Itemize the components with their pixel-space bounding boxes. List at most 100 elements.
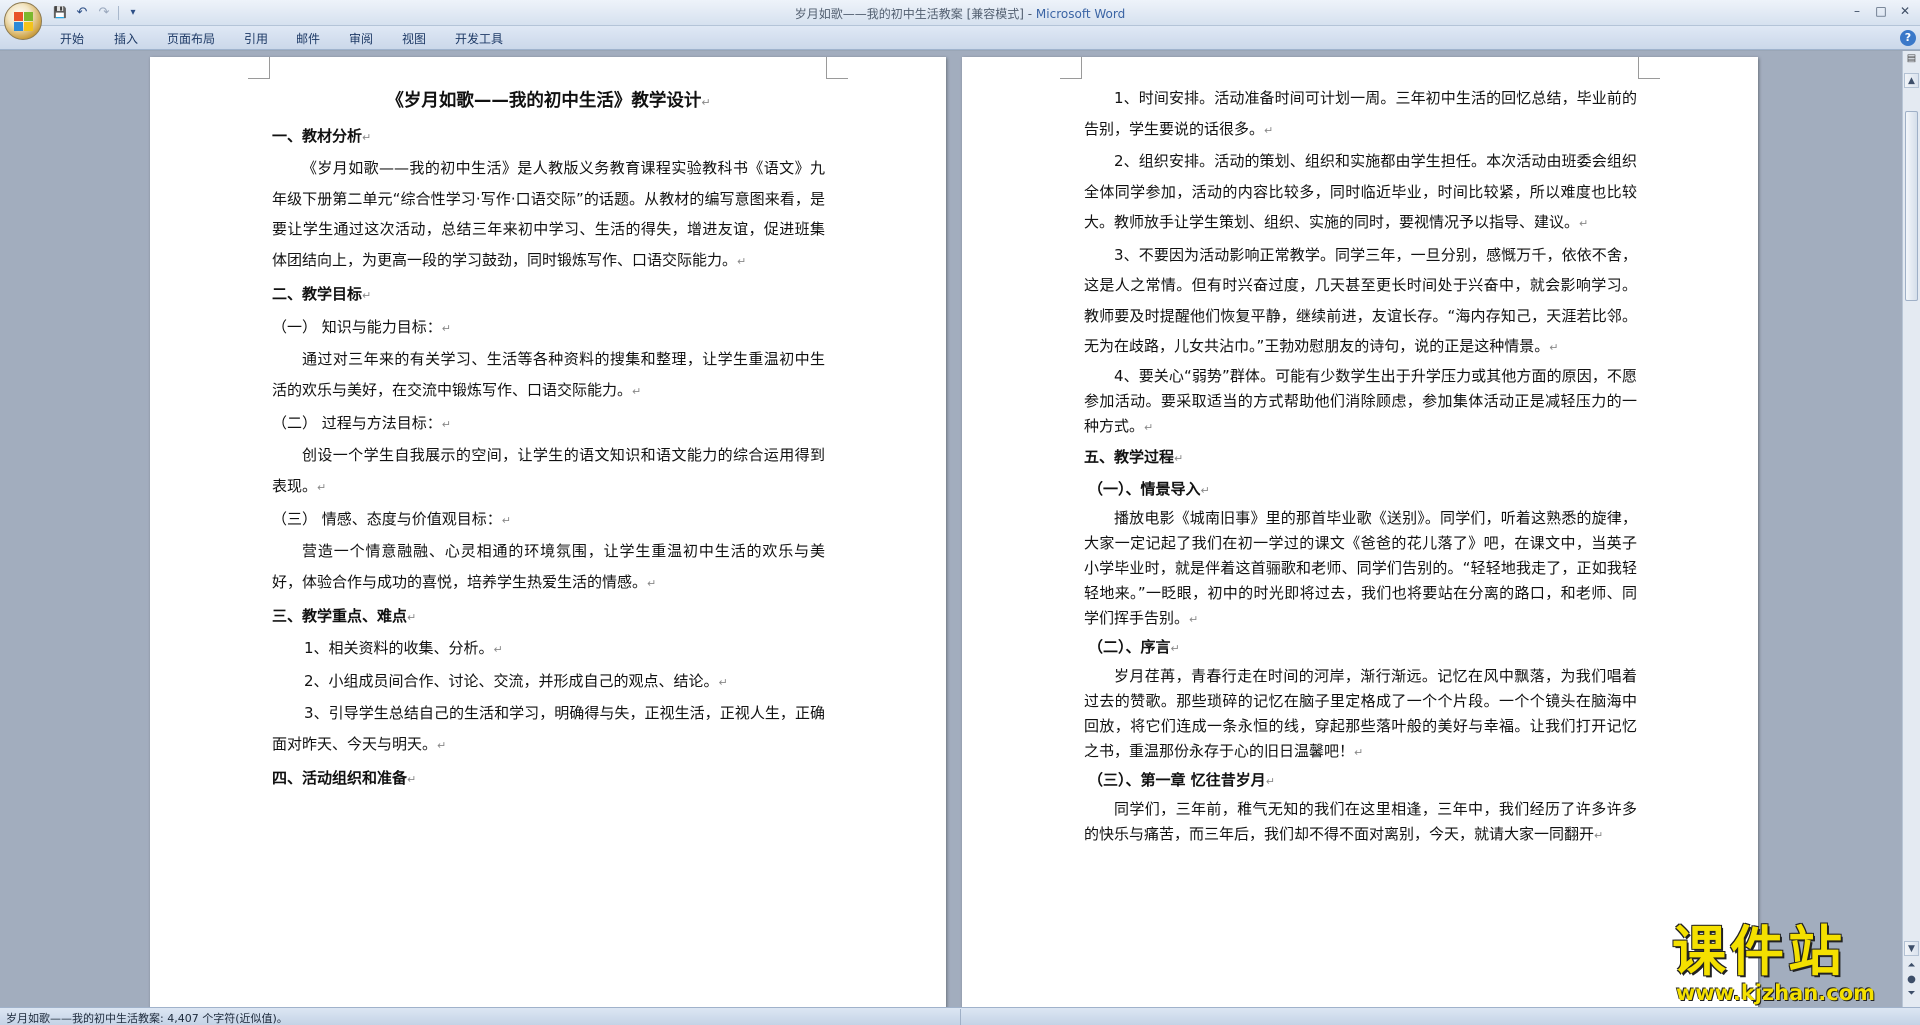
office-logo-icon xyxy=(14,12,34,32)
paragraph: 营造一个情意融融、心灵相通的环境氛围，让学生重温初中生活的欢乐与美好，体验合作与… xyxy=(272,536,825,599)
paragraph-text: 1、相关资料的收集、分析。 xyxy=(304,639,494,657)
paragraph-mark-icon: ↵ xyxy=(1579,217,1589,230)
status-divider xyxy=(960,1009,961,1025)
tab-review[interactable]: 审阅 xyxy=(349,30,373,47)
paragraph-text: （一）、情景导入 xyxy=(1088,479,1201,498)
document-title: 岁月如歌——我的初中生活教案 [兼容模式] - xyxy=(794,7,1036,21)
paragraph-mark-icon: ↵ xyxy=(362,131,372,144)
paragraph: 4、要关心“弱势”群体。可能有少数学生出于升学压力或其他方面的原因，不愿参加活动… xyxy=(1084,364,1637,440)
paragraph-mark-icon: ↵ xyxy=(1265,774,1275,788)
page-2-content[interactable]: 1、时间安排。活动准备时间可计划一周。三年初中生活的回忆总结，毕业前的告别，学生… xyxy=(1084,83,1637,848)
tab-references[interactable]: 引用 xyxy=(244,30,268,47)
tab-mailings[interactable]: 邮件 xyxy=(296,30,320,47)
watermark-logo: 课件站 www.kjzhan.com xyxy=(1672,922,1908,1006)
maximize-icon[interactable]: □ xyxy=(1870,2,1892,20)
list-item: 2、小组成员间合作、讨论、交流，并形成自己的观点、结论。↵ xyxy=(272,666,825,699)
margin-corner-mark xyxy=(1060,57,1082,79)
paragraph-mark-icon: ↵ xyxy=(1354,745,1364,759)
watermark-url: www.kjzhan.com xyxy=(1676,981,1876,1005)
vertical-scrollbar[interactable]: ▤ ▲ ▼ ⏶ ● ⏷ xyxy=(1902,51,1920,1007)
paragraph-text: 五、教学过程 xyxy=(1084,447,1175,466)
paragraph-mark-icon: ↵ xyxy=(632,384,642,398)
scroll-up-icon[interactable]: ▲ xyxy=(1904,73,1919,88)
paragraph-text: （三） 情感、态度与价值观目标： xyxy=(272,510,502,528)
paragraph-mark-icon: ↵ xyxy=(1174,451,1184,465)
paragraph-text: 创设一个学生自我展示的空间，让学生的语文知识和语文能力的综合运用得到表现。 xyxy=(272,446,825,495)
paragraph-mark-icon: ↵ xyxy=(501,514,511,527)
paragraph-text: 一、教材分析 xyxy=(272,127,363,145)
view-ruler-icon[interactable]: ▤ xyxy=(1904,53,1919,68)
paragraph-mark-icon: ↵ xyxy=(493,643,503,656)
paragraph-mark-icon: ↵ xyxy=(737,254,747,268)
office-button[interactable] xyxy=(4,2,42,40)
paragraph-mark-icon: ↵ xyxy=(647,576,657,590)
paragraph-mark-icon: ↵ xyxy=(1200,483,1210,497)
paragraph-text: 3、不要因为活动影响正常教学。同学三年，一旦分别，感慨万千，依依不舍，这是人之常… xyxy=(1084,245,1637,356)
paragraph-text: 播放电影《城南旧事》里的那首毕业歌《送别》。同学们，听着这熟悉的旋律，大家一定记… xyxy=(1084,508,1637,627)
paragraph-text: 2、组织安排。活动的策划、组织和实施都由学生担任。本次活动由班委会组织全体同学参… xyxy=(1084,152,1637,231)
page-1-content[interactable]: 《岁月如歌——我的初中生活》教学设计↵ 一、教材分析↵ 《岁月如歌——我的初中生活》… xyxy=(272,83,825,795)
paragraph-mark-icon: ↵ xyxy=(441,322,451,335)
paragraph-text: 《岁月如歌——我的初中生活》是人教版义务教育课程实验教科书《语文》九年级下册第二… xyxy=(272,159,825,269)
paragraph-mark-icon: ↵ xyxy=(1144,420,1154,434)
paragraph-mark-icon: ↵ xyxy=(701,96,711,109)
list-item: 3、引导学生总结自己的生活和学习，明确得与失，正视生活，正视人生，正确面对昨天、… xyxy=(272,698,825,761)
list-item: 1、相关资料的收集、分析。↵ xyxy=(272,633,825,666)
paragraph-mark-icon: ↵ xyxy=(407,773,417,786)
section-heading: 四、活动组织和准备↵ xyxy=(272,763,825,795)
tab-page-layout[interactable]: 页面布局 xyxy=(167,30,215,47)
margin-corner-mark xyxy=(248,57,270,79)
ribbon-tabs: 开始 插入 页面布局 引用 邮件 审阅 视图 开发工具 ? xyxy=(0,26,1920,50)
tab-view[interactable]: 视图 xyxy=(402,30,426,47)
paragraph: 2、组织安排。活动的策划、组织和实施都由学生担任。本次活动由班委会组织全体同学参… xyxy=(1084,146,1637,240)
paragraph-mark-icon: ↵ xyxy=(1170,641,1180,655)
scroll-thumb[interactable] xyxy=(1905,111,1918,301)
paragraph-text: 同学们，三年前，稚气无知的我们在这里相逢，三年中，我们经历了许多许多的快乐与痛苦… xyxy=(1084,799,1637,843)
paragraph-mark-icon: ↵ xyxy=(1594,828,1604,842)
paragraph-text: 通过对三年来的有关学习、生活等各种资料的搜集和整理，让学生重温初中生活的欢乐与美… xyxy=(272,350,825,399)
paragraph-text: （二）、序言 xyxy=(1088,637,1171,656)
paragraph-mark-icon: ↵ xyxy=(437,738,447,752)
objective-heading: （二） 过程与方法目标：↵ xyxy=(272,408,825,440)
paragraph-mark-icon: ↵ xyxy=(362,289,372,302)
document-title-heading: 《岁月如歌——我的初中生活》教学设计↵ xyxy=(272,83,825,119)
subsection-heading: （二）、序言↵ xyxy=(1088,632,1637,664)
margin-corner-mark xyxy=(826,57,848,79)
paragraph: 播放电影《城南旧事》里的那首毕业歌《送别》。同学们，听着这熟悉的旋律，大家一定记… xyxy=(1084,506,1637,632)
paragraph: 1、时间安排。活动准备时间可计划一周。三年初中生活的回忆总结，毕业前的告别，学生… xyxy=(1084,83,1637,146)
paragraph: 《岁月如歌——我的初中生活》是人教版义务教育课程实验教科书《语文》九年级下册第二… xyxy=(272,153,825,277)
tab-home[interactable]: 开始 xyxy=(60,30,84,47)
tab-developer[interactable]: 开发工具 xyxy=(455,30,503,47)
paragraph-mark-icon: ↵ xyxy=(1264,123,1274,137)
minimize-icon[interactable]: – xyxy=(1846,2,1868,20)
document-workspace[interactable]: 《岁月如歌——我的初中生活》教学设计↵ 一、教材分析↵ 《岁月如歌——我的初中生活》… xyxy=(0,51,1902,1007)
paragraph-text: 营造一个情意融融、心灵相通的环境氛围，让学生重温初中生活的欢乐与美好，体验合作与… xyxy=(272,542,825,591)
paragraph-text: （二） 过程与方法目标： xyxy=(272,414,442,432)
objective-heading: （一） 知识与能力目标：↵ xyxy=(272,312,825,344)
document-page-2[interactable]: 1、时间安排。活动准备时间可计划一周。三年初中生活的回忆总结，毕业前的告别，学生… xyxy=(962,57,1758,1007)
subsection-heading: （三）、第一章 忆往昔岁月↵ xyxy=(1088,765,1637,797)
paragraph-text: 二、教学目标 xyxy=(272,285,363,303)
document-page-1[interactable]: 《岁月如歌——我的初中生活》教学设计↵ 一、教材分析↵ 《岁月如歌——我的初中生活》… xyxy=(150,57,946,1007)
paragraph-text: 3、引导学生总结自己的生活和学习，明确得与失，正视生活，正视人生，正确面对昨天、… xyxy=(272,704,825,753)
paragraph-text: 2、小组成员间合作、讨论、交流，并形成自己的观点、结论。 xyxy=(304,671,719,690)
paragraph-text: 4、要关心“弱势”群体。可能有少数学生出于升学压力或其他方面的原因，不愿参加活动… xyxy=(1084,366,1637,435)
status-text: 岁月如歌——我的初中生活教案: 4,407 个字符(近似值)。 xyxy=(6,1012,288,1025)
section-heading: 三、教学重点、难点↵ xyxy=(272,601,825,633)
paragraph-mark-icon: ↵ xyxy=(407,611,417,624)
help-icon[interactable]: ? xyxy=(1900,30,1916,46)
paragraph-mark-icon: ↵ xyxy=(317,480,327,494)
objective-heading: （三） 情感、态度与价值观目标：↵ xyxy=(272,504,825,536)
watermark-brand: 课件站 xyxy=(1672,920,1846,983)
tab-insert[interactable]: 插入 xyxy=(114,30,138,47)
paragraph: 3、不要因为活动影响正常教学。同学三年，一旦分别，感慨万千，依依不舍，这是人之常… xyxy=(1084,240,1637,364)
paragraph-text: 三、教学重点、难点 xyxy=(272,607,408,625)
paragraph: 同学们，三年前，稚气无知的我们在这里相逢，三年中，我们经历了许多许多的快乐与痛苦… xyxy=(1084,797,1637,848)
paragraph-mark-icon: ↵ xyxy=(1549,341,1559,354)
close-icon[interactable]: ✕ xyxy=(1894,2,1916,20)
paragraph-text: （三）、第一章 忆往昔岁月 xyxy=(1088,770,1266,789)
paragraph-text: 四、活动组织和准备 xyxy=(272,769,408,787)
title-text: 《岁月如歌——我的初中生活》教学设计 xyxy=(386,91,702,111)
section-heading: 五、教学过程↵ xyxy=(1084,442,1637,474)
window-controls: – □ ✕ xyxy=(1846,2,1916,20)
